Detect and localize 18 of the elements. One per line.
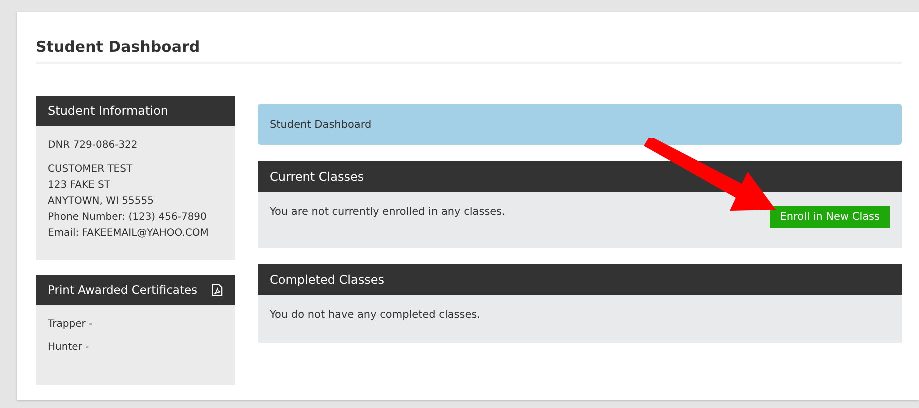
empty-message: You do not have any completed classes. [270, 309, 481, 321]
section-header: Current Classes [258, 161, 902, 192]
alert-text: Student Dashboard [270, 118, 372, 130]
enroll-button[interactable]: Enroll in New Class [770, 206, 890, 228]
certificate-item: Trapper - [48, 318, 94, 332]
panel-heading: Print Awarded Certificates [48, 283, 198, 297]
contact-line: ANYTOWN, WI 55555 [48, 195, 155, 209]
page-title: Student Dashboard [36, 38, 902, 64]
panel-header: Student Information [36, 96, 235, 126]
contact-line: 123 FAKE ST [48, 179, 112, 193]
empty-message: You are not currently enrolled in any classes. [270, 206, 506, 218]
contact-line: Email: FAKEEMAIL@YAHOO.COM [48, 227, 210, 241]
section-header: Completed Classes [258, 264, 902, 295]
contact-line: Phone Number: (123) 456-7890 [48, 211, 208, 225]
certificate-item: Hunter - [48, 341, 90, 355]
dnr-number: DNR 729-086-322 [48, 139, 139, 153]
pdf-icon[interactable] [212, 284, 223, 296]
contact-line: CUSTOMER TEST [48, 163, 134, 177]
